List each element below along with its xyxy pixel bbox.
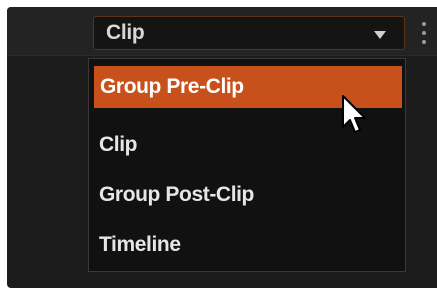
clip-mode-select-value: Clip bbox=[106, 21, 145, 44]
mouse-pointer-icon bbox=[342, 95, 366, 133]
menu-item-group-post-clip[interactable]: Group Post-Clip bbox=[93, 174, 401, 216]
panel: Clip Group Pre-Clip Clip Group Post-Clip… bbox=[7, 7, 437, 288]
panel-header: Clip bbox=[7, 7, 437, 56]
menu-item-timeline[interactable]: Timeline bbox=[93, 224, 401, 266]
clip-mode-select[interactable]: Clip bbox=[93, 16, 405, 50]
chevron-down-icon bbox=[374, 31, 386, 39]
clip-mode-dropdown-menu: Group Pre-Clip Clip Group Post-Clip Time… bbox=[88, 58, 406, 272]
more-vertical-icon[interactable] bbox=[418, 22, 430, 48]
